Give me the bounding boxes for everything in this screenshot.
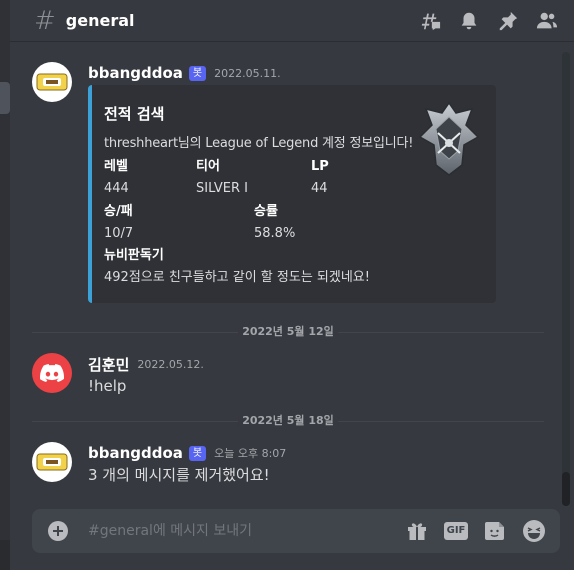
- field-value: 58.8%: [254, 226, 296, 241]
- username[interactable]: bbangddoa: [88, 64, 183, 82]
- field-value: 492점으로 친구들하고 같이 할 정도는 되겠네요!: [104, 270, 370, 285]
- bread-icon: [36, 453, 68, 471]
- embed-field: 뉴비판독기 492점으로 친구들하고 같이 할 정도는 되겠네요!: [104, 247, 370, 287]
- date-divider-label: 2022년 5월 18일: [238, 414, 338, 428]
- field-name: LP: [311, 159, 329, 174]
- message-item: bbangddoa 봇 오늘 오후 8:07 3 개의 메시지를 제거했어요!: [32, 442, 552, 486]
- field-value: SILVER I: [196, 181, 249, 196]
- username[interactable]: bbangddoa: [88, 444, 183, 462]
- bell-icon[interactable]: [458, 10, 480, 32]
- bot-tag: 봇: [188, 65, 207, 81]
- field-name: 승률: [254, 204, 278, 219]
- message-content: 3 개의 메시지를 제거했어요!: [88, 466, 270, 484]
- server-sidebar-edge: [0, 0, 10, 570]
- timestamp: 오늘 오후 8:07: [214, 447, 287, 460]
- field-name: 승/패: [104, 204, 133, 219]
- message-content: !help: [88, 377, 127, 395]
- gif-icon[interactable]: GIF: [443, 519, 469, 543]
- date-divider-label: 2022년 5월 12일: [238, 325, 338, 339]
- embed-field: 승률 58.8%: [254, 203, 295, 243]
- gif-label: GIF: [443, 522, 469, 540]
- date-divider: 2022년 5월 18일: [32, 414, 544, 428]
- embed-field: LP 44: [311, 158, 329, 198]
- threads-icon[interactable]: [419, 10, 441, 32]
- discord-logo-icon: [40, 364, 64, 382]
- embed-title: 전적 검색: [104, 105, 165, 123]
- channel-header: # general: [10, 0, 574, 42]
- bot-tag: 봇: [188, 445, 207, 461]
- field-name: 뉴비판독기: [104, 248, 164, 263]
- add-attachment-icon[interactable]: [48, 521, 68, 541]
- bread-icon: [36, 73, 68, 91]
- gift-icon[interactable]: [405, 519, 429, 543]
- channel-title: general: [65, 11, 135, 30]
- members-icon[interactable]: [536, 10, 558, 32]
- embed-field: 승/패 10/7: [104, 203, 133, 243]
- sticker-icon[interactable]: [483, 519, 507, 543]
- message-input-placeholder[interactable]: #general에 메시지 보내기: [88, 521, 252, 541]
- avatar[interactable]: [32, 442, 72, 482]
- embed-field: 티어 SILVER I: [196, 158, 248, 198]
- avatar[interactable]: [32, 353, 72, 393]
- avatar[interactable]: [32, 62, 72, 102]
- scrollbar-track[interactable]: [562, 52, 570, 506]
- embed-field: 레벨 444: [104, 158, 129, 198]
- date-divider: 2022년 5월 12일: [32, 325, 544, 339]
- selected-channel-indicator: [0, 82, 10, 114]
- field-value: 44: [311, 181, 328, 196]
- scrollbar-thumb[interactable]: [562, 472, 570, 506]
- user-panel-edge: [0, 540, 10, 570]
- embed-card: 전적 검색 threshheart님의 League of Legend 계정 …: [88, 85, 496, 303]
- field-value: 10/7: [104, 226, 134, 241]
- timestamp: 2022.05.11.: [214, 66, 281, 80]
- message-item: 김훈민 2022.05.12. !help: [32, 353, 552, 397]
- timestamp: 2022.05.12.: [137, 357, 204, 371]
- embed-description: threshheart님의 League of Legend 계정 정보입니다!: [104, 136, 414, 151]
- emoji-icon[interactable]: [522, 519, 546, 543]
- message-input-box[interactable]: #general에 메시지 보내기 GIF: [32, 509, 560, 553]
- channel-hash-icon: #: [34, 5, 56, 36]
- tier-emblem-icon: [418, 101, 480, 176]
- field-name: 티어: [196, 159, 220, 174]
- username[interactable]: 김훈민: [88, 354, 129, 375]
- header-toolbar: [419, 10, 558, 32]
- field-value: 444: [104, 181, 129, 196]
- field-name: 레벨: [104, 159, 128, 174]
- pin-icon[interactable]: [497, 10, 519, 32]
